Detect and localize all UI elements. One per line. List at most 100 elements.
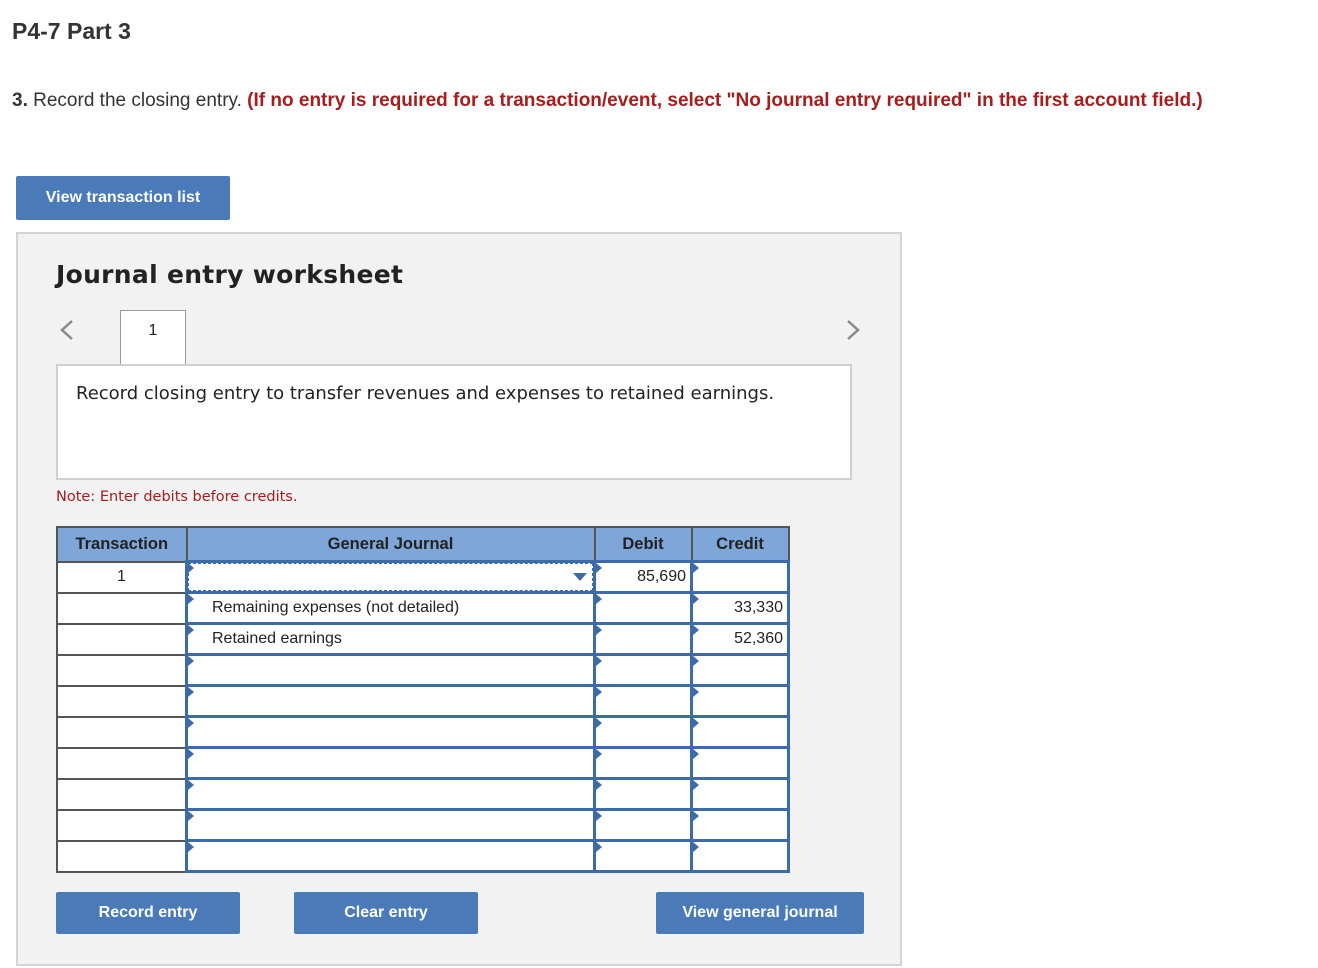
- worksheet-title: Journal entry worksheet: [56, 260, 404, 289]
- account-field[interactable]: [185, 746, 596, 780]
- transaction-cell: [56, 591, 188, 625]
- cell-marker-icon: [693, 811, 699, 821]
- cell-marker-icon: [596, 811, 602, 821]
- transaction-cell: [56, 684, 188, 718]
- account-field[interactable]: [185, 560, 596, 594]
- account-field[interactable]: [185, 684, 596, 718]
- transaction-cell: [56, 715, 188, 749]
- cell-marker-icon: [693, 842, 699, 852]
- debit-field[interactable]: [593, 808, 693, 842]
- account-field[interactable]: [185, 839, 596, 873]
- instruction-number: 3.: [12, 90, 28, 111]
- table-row: [56, 746, 790, 780]
- cell-marker-icon: [188, 811, 194, 821]
- cell-marker-icon: [188, 718, 194, 728]
- cell-marker-icon: [596, 780, 602, 790]
- cell-marker-icon: [693, 687, 699, 697]
- transaction-cell: [56, 622, 188, 656]
- instruction-text: Record the closing entry.: [33, 90, 242, 111]
- chevron-down-icon[interactable]: [573, 573, 587, 581]
- account-select-focus: [188, 563, 593, 591]
- debit-field[interactable]: [593, 653, 693, 687]
- debit-field[interactable]: [593, 684, 693, 718]
- debit-field[interactable]: [593, 715, 693, 749]
- cell-marker-icon: [596, 594, 602, 604]
- col-credit: Credit: [690, 526, 790, 563]
- transaction-cell: [56, 653, 188, 687]
- transaction-cell: [56, 777, 188, 811]
- credit-field[interactable]: [690, 777, 790, 811]
- cell-marker-icon: [693, 749, 699, 759]
- debit-field[interactable]: [593, 622, 693, 656]
- table-row: 1 85,690: [56, 560, 790, 594]
- cell-marker-icon: [188, 594, 194, 604]
- debit-field[interactable]: [593, 777, 693, 811]
- cell-marker-icon: [188, 780, 194, 790]
- table-row: Remaining expenses (not detailed) 33,330: [56, 591, 790, 625]
- debit-field[interactable]: [593, 746, 693, 780]
- table-row: [56, 808, 790, 842]
- tab-entry-1[interactable]: 1: [120, 310, 186, 364]
- table-row: [56, 777, 790, 811]
- col-general-journal: General Journal: [185, 526, 596, 563]
- cell-marker-icon: [596, 749, 602, 759]
- transaction-cell: [56, 746, 188, 780]
- credit-field[interactable]: [690, 560, 790, 594]
- account-field[interactable]: [185, 653, 596, 687]
- debit-credit-note: Note: Enter debits before credits.: [56, 489, 298, 505]
- view-transaction-list-button[interactable]: View transaction list: [16, 176, 230, 220]
- credit-field[interactable]: [690, 653, 790, 687]
- credit-field[interactable]: 52,360: [690, 622, 790, 656]
- table-header-row: Transaction General Journal Debit Credit: [56, 526, 790, 563]
- cell-marker-icon: [693, 594, 699, 604]
- account-field[interactable]: [185, 808, 596, 842]
- cell-marker-icon: [693, 780, 699, 790]
- view-general-journal-button[interactable]: View general journal: [656, 892, 864, 934]
- journal-entry-worksheet: Journal entry worksheet 1 Record closing…: [16, 232, 902, 966]
- cell-marker-icon: [188, 656, 194, 666]
- instruction-highlight: (If no entry is required for a transacti…: [247, 90, 1203, 111]
- transaction-cell: [56, 839, 188, 873]
- credit-field[interactable]: [690, 715, 790, 749]
- cell-marker-icon: [596, 687, 602, 697]
- cell-marker-icon: [596, 718, 602, 728]
- account-field[interactable]: Remaining expenses (not detailed): [185, 591, 596, 625]
- cell-marker-icon: [693, 656, 699, 666]
- cell-marker-icon: [596, 563, 602, 573]
- table-row: Retained earnings 52,360: [56, 622, 790, 656]
- credit-field[interactable]: [690, 684, 790, 718]
- table-row: [56, 839, 790, 873]
- account-name: Remaining expenses (not detailed): [212, 599, 460, 616]
- cell-marker-icon: [693, 625, 699, 635]
- col-debit: Debit: [593, 526, 693, 563]
- page-title: P4-7 Part 3: [12, 18, 131, 44]
- clear-entry-button[interactable]: Clear entry: [294, 892, 478, 934]
- debit-field[interactable]: 85,690: [593, 560, 693, 594]
- account-field[interactable]: [185, 777, 596, 811]
- col-transaction: Transaction: [56, 526, 188, 563]
- cell-marker-icon: [693, 563, 699, 573]
- credit-field[interactable]: 33,330: [690, 591, 790, 625]
- instructions: 3. Record the closing entry. (If no entr…: [12, 89, 1252, 113]
- credit-field-value: 52,360: [734, 630, 783, 647]
- table-row: [56, 715, 790, 749]
- account-field[interactable]: [185, 715, 596, 749]
- credit-field[interactable]: [690, 746, 790, 780]
- chevron-left-icon[interactable]: [58, 318, 76, 342]
- debit-field[interactable]: [593, 839, 693, 873]
- transaction-cell: 1: [56, 560, 188, 594]
- cell-marker-icon: [596, 625, 602, 635]
- cell-marker-icon: [188, 625, 194, 635]
- credit-field[interactable]: [690, 839, 790, 873]
- cell-marker-icon: [188, 842, 194, 852]
- debit-field-value: 85,690: [637, 568, 686, 585]
- table-row: [56, 653, 790, 687]
- chevron-right-icon[interactable]: [844, 318, 862, 342]
- credit-field[interactable]: [690, 808, 790, 842]
- account-field[interactable]: Retained earnings: [185, 622, 596, 656]
- cell-marker-icon: [188, 749, 194, 759]
- record-entry-button[interactable]: Record entry: [56, 892, 240, 934]
- cell-marker-icon: [596, 656, 602, 666]
- entry-description: Record closing entry to transfer revenue…: [56, 364, 852, 480]
- debit-field[interactable]: [593, 591, 693, 625]
